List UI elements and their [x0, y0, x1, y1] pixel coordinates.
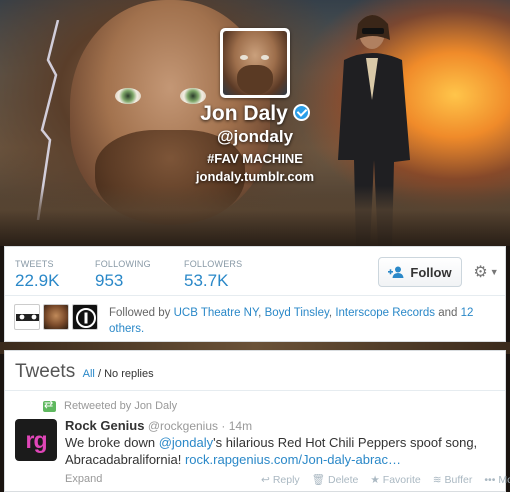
- profile-bio: #FAV MACHINE: [207, 151, 303, 166]
- buffer-action[interactable]: ≋ Buffer: [433, 473, 473, 486]
- tweet-item[interactable]: Retweeted by Jon Daly rg Rock Genius @ro…: [5, 391, 510, 492]
- stats-divider: [5, 295, 505, 296]
- favorite-action[interactable]: ★ Favorite: [370, 473, 420, 486]
- profile-name-row: Jon Daly: [0, 102, 510, 126]
- stat-followers-value: 53.7K: [184, 271, 229, 290]
- stat-tweets-label: TWEETS: [15, 259, 54, 269]
- followed-by-and: and: [438, 307, 458, 319]
- followed-by-link-ucb[interactable]: UCB Theatre NY: [174, 307, 259, 319]
- verified-badge-icon: [292, 103, 310, 121]
- filter-no-replies-link[interactable]: No replies: [104, 368, 154, 380]
- stat-tweets[interactable]: TWEETS 22.9K: [15, 259, 59, 291]
- followed-by-avatar-ucb[interactable]: [14, 304, 40, 330]
- followed-by-avatar-boyd-tinsley[interactable]: [43, 304, 69, 330]
- chevron-down-icon: ▼: [489, 267, 499, 277]
- tweet-url-link[interactable]: rock.rapgenius.com/Jon-daly-abrac…: [185, 452, 401, 467]
- tweets-filter: All / No replies: [83, 368, 154, 380]
- more-action[interactable]: •••More: [484, 473, 510, 486]
- delete-action[interactable]: 🗑︎ Delete: [311, 473, 359, 487]
- delete-label: Delete: [328, 473, 359, 486]
- more-dots-icon: •••: [484, 473, 496, 486]
- avatar-image: [223, 31, 287, 95]
- reply-label: Reply: [272, 473, 300, 486]
- tweet-author-handle[interactable]: @rockgenius: [148, 419, 218, 433]
- trash-icon: 🗑︎: [311, 474, 326, 486]
- star-icon: ★: [370, 473, 380, 486]
- retweet-icon: [43, 398, 56, 412]
- tweet-author-avatar[interactable]: rg: [15, 419, 57, 461]
- profile-avatar[interactable]: [220, 28, 290, 98]
- retweet-context: Retweeted by Jon Daly: [43, 398, 177, 412]
- followed-by-link-boyd[interactable]: Boyd Tinsley: [265, 307, 329, 319]
- followed-by-link-interscope[interactable]: Interscope Records: [335, 307, 435, 319]
- followed-by-text: Followed by UCB Theatre NY, Boyd Tinsley…: [109, 307, 474, 335]
- follow-button-label: Follow: [410, 264, 452, 280]
- tweets-title: Tweets: [15, 361, 76, 382]
- buffer-icon: ≋: [432, 473, 442, 486]
- avatar-beard: [237, 65, 273, 95]
- followed-by-avatars: [14, 304, 98, 330]
- favorite-label: Favorite: [382, 473, 421, 486]
- tweet-expand-link[interactable]: Expand: [65, 473, 102, 485]
- ucb-logo-icon: [16, 314, 39, 321]
- stat-followers-label: FOLLOWERS: [184, 259, 243, 269]
- profile-handle[interactable]: @jondaly: [0, 127, 510, 147]
- followed-by-avatar-interscope[interactable]: [72, 304, 98, 330]
- reply-icon: ↩: [261, 473, 270, 486]
- avatar-eye-right: [261, 55, 269, 60]
- tweet-actions: ↩Reply 🗑︎Delete ★Favorite ≋Buffer •••Mor…: [261, 473, 510, 487]
- reply-action[interactable]: ↩ Reply: [261, 473, 300, 486]
- profile-name[interactable]: Jon Daly: [200, 102, 288, 125]
- filter-separator: /: [97, 368, 102, 380]
- stat-following-value: 953: [95, 271, 124, 290]
- stat-following-label: FOLLOWING: [95, 259, 151, 269]
- buffer-label: Buffer: [444, 473, 473, 486]
- stat-followers[interactable]: FOLLOWERS 53.7K: [184, 259, 242, 291]
- follow-button[interactable]: Follow: [378, 257, 462, 287]
- profile-stats-card: TWEETS 22.9K FOLLOWING 953 FOLLOWERS 53.…: [4, 246, 506, 342]
- followed-by-prefix: Followed by: [109, 307, 171, 319]
- header-skyline: [0, 186, 510, 246]
- user-actions-dropdown[interactable]: ⚙ ▼: [468, 259, 504, 285]
- interscope-logo-icon: [76, 308, 96, 328]
- tweet-timestamp[interactable]: 14m: [229, 419, 252, 433]
- add-user-icon: [388, 266, 404, 278]
- retweeted-by-text[interactable]: Retweeted by Jon Daly: [64, 400, 177, 412]
- tweets-header: Tweets All / No replies: [5, 351, 505, 391]
- tweet-author-name[interactable]: Rock Genius: [65, 418, 144, 433]
- stat-tweets-value: 22.9K: [15, 271, 60, 290]
- tweet-text: We broke down @jondaly's hilarious Red H…: [65, 435, 495, 468]
- filter-all-link[interactable]: All: [83, 368, 95, 380]
- profile-website-link[interactable]: jondaly.tumblr.com: [0, 169, 510, 184]
- tweet-mention-link[interactable]: @jondaly: [159, 435, 213, 450]
- stat-following[interactable]: FOLLOWING 953: [95, 259, 151, 291]
- avatar-eye-left: [240, 55, 248, 60]
- tweet-time-separator: ·: [221, 419, 226, 433]
- tweet-header: Rock Genius @rockgenius · 14m: [65, 418, 252, 433]
- more-label: More: [498, 473, 510, 486]
- tweet-text-part1: We broke down: [65, 435, 159, 450]
- tweets-panel: Tweets All / No replies Retweeted by Jon…: [4, 350, 510, 492]
- gear-icon: ⚙: [473, 264, 488, 281]
